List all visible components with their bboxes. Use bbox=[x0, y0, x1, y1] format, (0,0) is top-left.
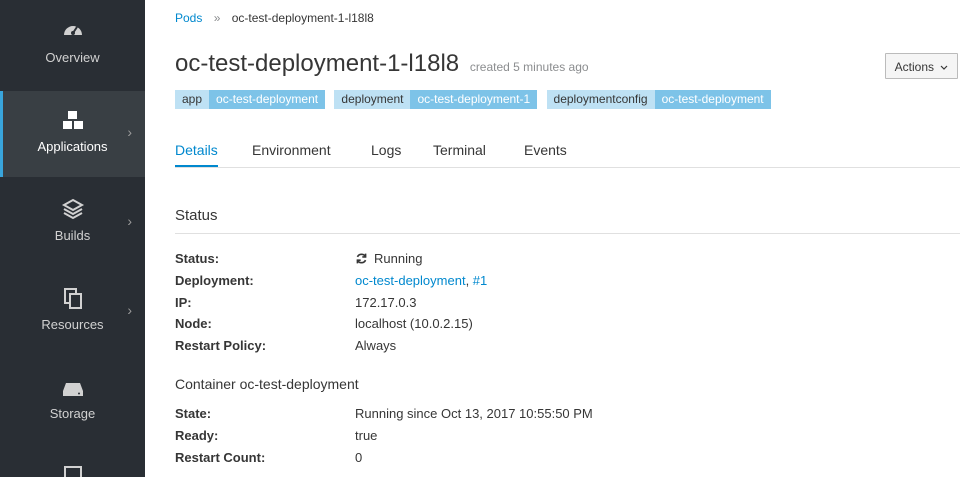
tab-events[interactable]: Events bbox=[524, 142, 567, 158]
breadcrumb: Pods » oc-test-deployment-1-l18l8 bbox=[175, 11, 374, 25]
restart-count-key: Restart Count: bbox=[175, 450, 266, 465]
created-timestamp: created 5 minutes ago bbox=[469, 60, 589, 74]
ip-key: IP: bbox=[175, 295, 192, 310]
ready-key: Ready: bbox=[175, 428, 219, 443]
breadcrumb-separator: » bbox=[213, 11, 221, 25]
status-section-title: Status bbox=[175, 207, 960, 234]
chevron-down-icon bbox=[940, 54, 948, 80]
tab-details[interactable]: Details bbox=[175, 142, 218, 167]
deployment-key: Deployment: bbox=[175, 273, 254, 288]
container-section-title: Container oc-test-deployment bbox=[175, 376, 359, 392]
nav-label: Applications bbox=[37, 139, 108, 154]
state-value: Running since Oct 13, 2017 10:55:50 PM bbox=[355, 406, 593, 421]
ready-value: true bbox=[355, 428, 378, 443]
nav-item-applications[interactable]: Applications › bbox=[0, 91, 145, 177]
pod-labels: app oc-test-deployment deployment oc-test-… bbox=[175, 90, 777, 109]
restart-count-value: 0 bbox=[355, 450, 363, 465]
chevron-right-icon: › bbox=[127, 124, 132, 140]
chevron-right-icon: › bbox=[127, 302, 132, 318]
status-key: Status: bbox=[175, 251, 220, 266]
label-key: deployment bbox=[334, 90, 411, 109]
nav-label: Overview bbox=[45, 50, 100, 65]
tab-environment[interactable]: Environment bbox=[252, 142, 331, 158]
actions-dropdown-button[interactable]: Actions bbox=[885, 53, 958, 79]
nav-item-storage[interactable]: Storage bbox=[0, 359, 145, 447]
label-key: app bbox=[175, 90, 210, 109]
breadcrumb-current: oc-test-deployment-1-l18l8 bbox=[231, 11, 374, 25]
refresh-icon bbox=[355, 252, 368, 265]
label-app[interactable]: app oc-test-deployment bbox=[175, 90, 326, 109]
label-deploymentconfig[interactable]: deploymentconfig oc-test-deployment bbox=[546, 90, 771, 109]
status-value: Running bbox=[374, 251, 423, 266]
files-icon bbox=[61, 286, 85, 310]
deployment-separator: , bbox=[465, 273, 473, 288]
cubes-icon bbox=[61, 109, 85, 133]
main-content: Pods » oc-test-deployment-1-l18l8 oc-tes… bbox=[145, 0, 974, 477]
nav-label: Resources bbox=[41, 317, 104, 332]
deployment-link[interactable]: oc-test-deployment bbox=[355, 273, 466, 288]
status-value-wrap: Running bbox=[355, 251, 422, 266]
page-title: oc-test-deployment-1-l18l8 created 5 min… bbox=[175, 50, 589, 78]
chevron-right-icon: › bbox=[127, 213, 132, 229]
nav-item-builds[interactable]: Builds › bbox=[0, 181, 145, 269]
nav-item-resources[interactable]: Resources › bbox=[0, 270, 145, 358]
deployment-value: oc-test-deployment, #1 bbox=[355, 273, 487, 288]
nav-label: Storage bbox=[49, 406, 96, 421]
layers-icon bbox=[61, 197, 85, 221]
breadcrumb-link-pods[interactable]: Pods bbox=[175, 11, 202, 25]
monitor-icon bbox=[61, 464, 85, 477]
state-key: State: bbox=[175, 406, 212, 421]
restart-policy-value: Always bbox=[355, 338, 397, 353]
label-value: oc-test-deployment bbox=[654, 90, 771, 109]
hard-drive-icon bbox=[61, 377, 85, 401]
tab-logs[interactable]: Logs bbox=[371, 142, 401, 158]
nav-item-overview[interactable]: Overview bbox=[0, 0, 145, 88]
actions-label: Actions bbox=[894, 60, 934, 74]
ip-value: 172.17.0.3 bbox=[355, 295, 417, 310]
tab-bar: Details Environment Logs Terminal Events bbox=[175, 140, 960, 168]
dashboard-icon bbox=[61, 18, 85, 42]
node-value: localhost (10.0.2.15) bbox=[355, 316, 473, 331]
nav-item-monitoring[interactable] bbox=[0, 448, 145, 477]
deployment-number-link[interactable]: #1 bbox=[473, 273, 487, 288]
restart-policy-key: Restart Policy: bbox=[175, 338, 267, 353]
tab-terminal[interactable]: Terminal bbox=[433, 142, 486, 158]
sidebar-nav: Overview Applications › Builds › Resourc… bbox=[0, 0, 145, 477]
pod-name: oc-test-deployment-1-l18l8 bbox=[175, 50, 460, 77]
label-value: oc-test-deployment bbox=[209, 90, 326, 109]
label-key: deploymentconfig bbox=[546, 90, 655, 109]
node-key: Node: bbox=[175, 316, 212, 331]
nav-label: Builds bbox=[54, 228, 91, 243]
label-value: oc-test-deployment-1 bbox=[410, 90, 538, 109]
label-deployment[interactable]: deployment oc-test-deployment-1 bbox=[334, 90, 538, 109]
